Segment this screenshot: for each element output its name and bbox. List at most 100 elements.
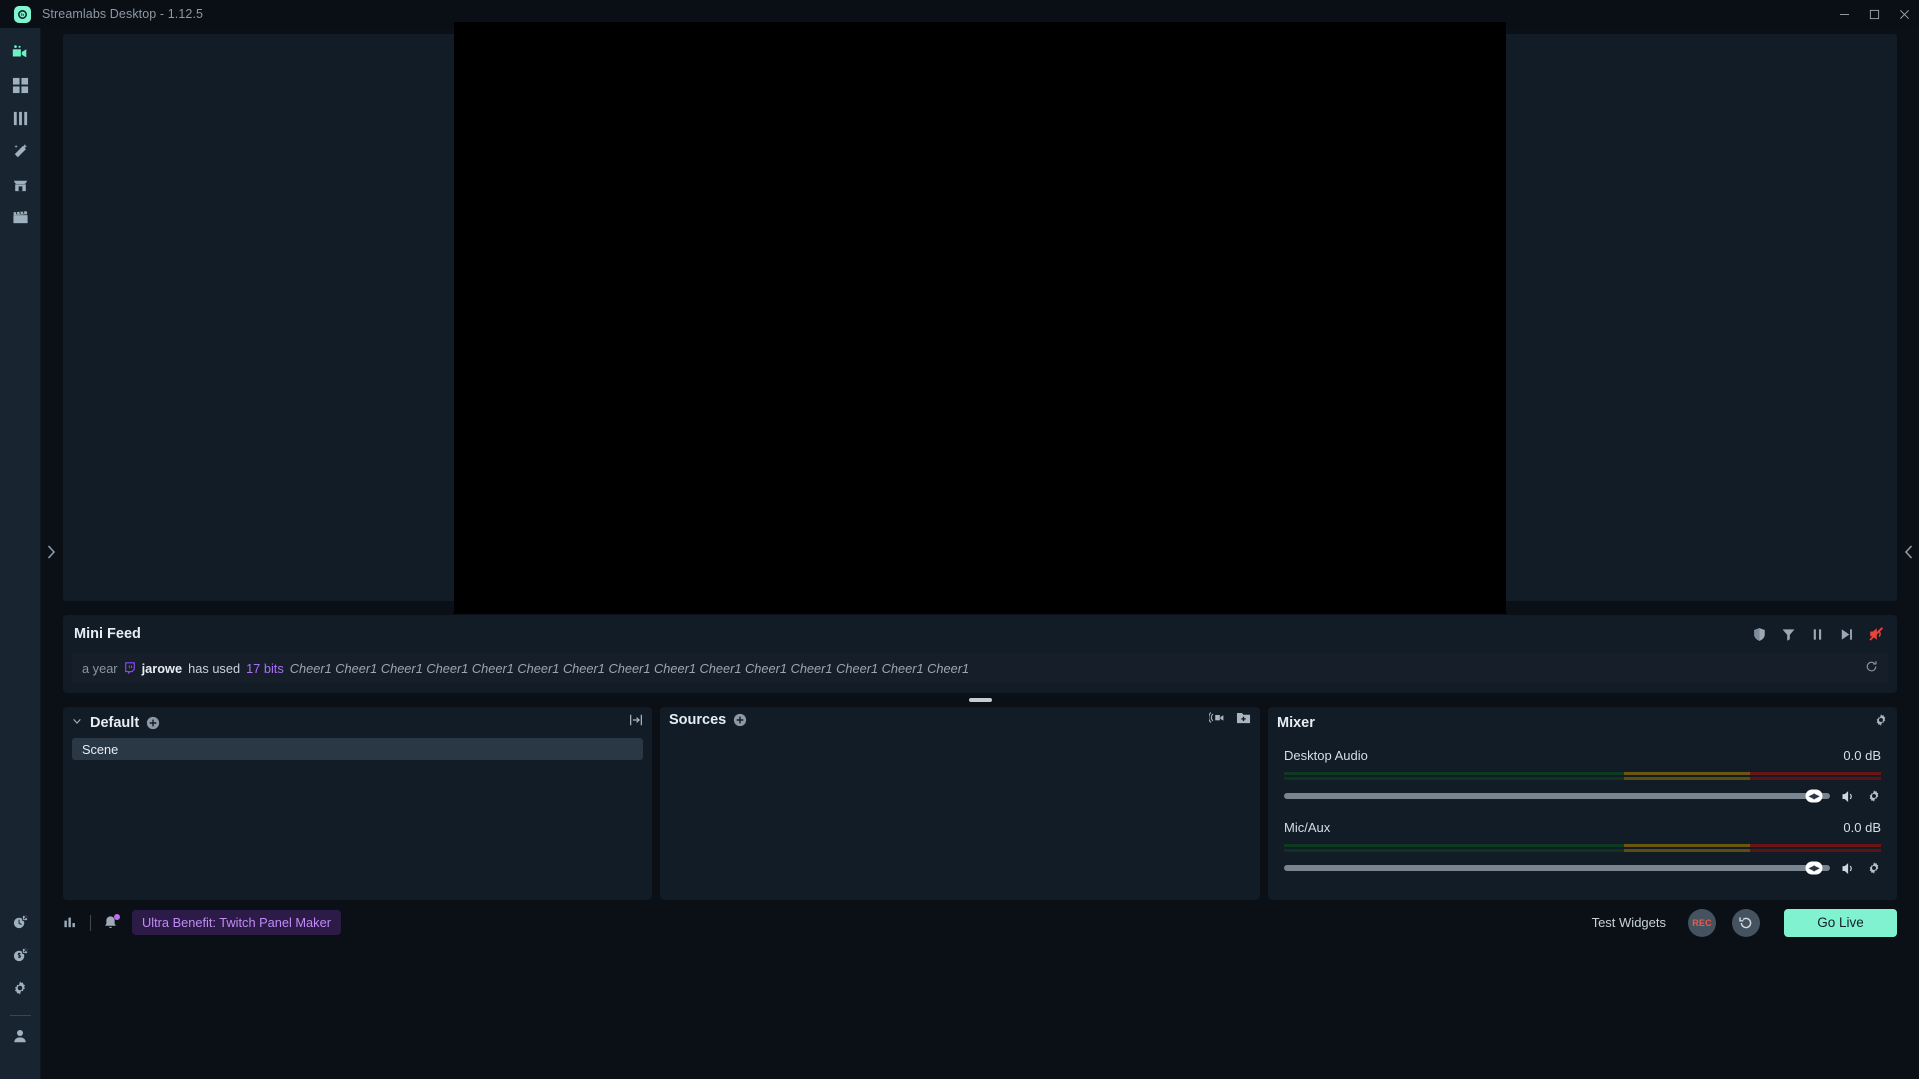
scene-collection-label[interactable]: Default bbox=[90, 715, 139, 731]
vu-green-3 bbox=[1284, 844, 1625, 847]
channel-db: 0.0 dB bbox=[1843, 747, 1881, 763]
mini-feed-header-icons bbox=[1752, 626, 1888, 642]
vu-red-3 bbox=[1749, 844, 1881, 847]
mixer-panel: Mixer Desktop Audio 0.0 dB ◀▶ Mic/Aux 0.… bbox=[1268, 707, 1897, 900]
skip-forward-icon[interactable] bbox=[1839, 627, 1854, 642]
twitch-icon bbox=[124, 662, 136, 674]
nav-divider bbox=[9, 1015, 31, 1016]
alertbox-link-icon bbox=[12, 914, 29, 936]
fit-to-screen-icon[interactable] bbox=[629, 713, 643, 732]
dashboard-grid-icon bbox=[12, 77, 29, 99]
go-live-button[interactable]: Go Live bbox=[1784, 908, 1897, 937]
vu-red bbox=[1749, 772, 1881, 775]
gear-icon[interactable] bbox=[1874, 713, 1888, 732]
sidebar-item-store[interactable] bbox=[0, 170, 41, 203]
ultra-benefit-badge[interactable]: Ultra Benefit: Twitch Panel Maker bbox=[132, 910, 341, 935]
close-icon[interactable] bbox=[1889, 0, 1919, 28]
vu-meter-left bbox=[1284, 772, 1881, 775]
event-username[interactable]: jarowe bbox=[142, 661, 183, 676]
speaker-icon-2[interactable] bbox=[1841, 861, 1856, 876]
notifications-button[interactable] bbox=[103, 913, 120, 931]
sources-list[interactable] bbox=[660, 734, 1260, 900]
maximize-icon[interactable] bbox=[1859, 0, 1889, 28]
main-content: Mini Feed a year jarowe has used 17 bits… bbox=[41, 21, 1919, 1079]
mute-alert-icon[interactable] bbox=[1868, 626, 1884, 642]
scene-list-item[interactable]: Scene bbox=[72, 738, 643, 760]
user-icon bbox=[12, 1028, 28, 1049]
record-button[interactable]: REC bbox=[1688, 908, 1716, 937]
nav-bottom-group bbox=[0, 908, 41, 1079]
speaker-icon[interactable] bbox=[1841, 789, 1856, 804]
channel-db-2: 0.0 dB bbox=[1843, 819, 1881, 835]
sidebar-item-analytics[interactable] bbox=[0, 104, 41, 137]
mini-feed-header: Mini Feed bbox=[72, 615, 1888, 653]
vu-yellow-2 bbox=[1624, 777, 1750, 780]
sidebar-item-editor[interactable] bbox=[0, 38, 41, 71]
sidebar-item-highlighter[interactable] bbox=[0, 203, 41, 236]
streamlabs-desktop-window: Streamlabs Desktop - 1.12.5 Mini Feed a … bbox=[0, 0, 1919, 1079]
vu-green bbox=[1284, 772, 1625, 775]
event-verb: has used bbox=[188, 660, 241, 676]
filter-icon[interactable] bbox=[1781, 627, 1796, 642]
scene-item-label: Scene bbox=[82, 741, 119, 757]
vu-meter-right bbox=[1284, 777, 1881, 780]
right-dock-collapse-handle[interactable] bbox=[1899, 28, 1919, 1079]
vu-green-4 bbox=[1284, 849, 1625, 852]
add-scene-button[interactable] bbox=[146, 716, 160, 730]
vu-red-2 bbox=[1749, 777, 1881, 780]
mixer-header-icons bbox=[1874, 713, 1888, 732]
mini-feed-event-row[interactable]: a year jarowe has used 17 bits Cheer1 Ch… bbox=[72, 653, 1888, 683]
replay-buffer-button[interactable] bbox=[1732, 908, 1760, 937]
volume-slider[interactable]: ◀▶ bbox=[1284, 789, 1830, 803]
volume-slider-2[interactable]: ◀▶ bbox=[1284, 861, 1830, 875]
refresh-icon[interactable] bbox=[1865, 660, 1878, 676]
gear-icon bbox=[12, 980, 28, 1001]
notification-dot bbox=[114, 913, 120, 920]
channel-header-2: Mic/Aux 0.0 dB bbox=[1284, 816, 1881, 838]
stream-preview-area[interactable] bbox=[63, 21, 1897, 614]
channel-name-2: Mic/Aux bbox=[1284, 819, 1331, 835]
chevron-right-icon bbox=[46, 544, 56, 564]
tips-link-icon bbox=[12, 947, 29, 969]
bar-chart-icon[interactable] bbox=[63, 915, 78, 930]
vu-meter bbox=[1284, 772, 1881, 780]
mixer-channel-mic-aux: Mic/Aux 0.0 dB ◀▶ bbox=[1284, 816, 1881, 876]
sidebar-item-settings[interactable] bbox=[0, 974, 41, 1007]
chevron-left-icon bbox=[1904, 544, 1914, 564]
sources-title: Sources bbox=[669, 712, 727, 729]
sidebar-item-dashboard[interactable] bbox=[0, 71, 41, 104]
bar-columns-icon bbox=[12, 110, 29, 132]
status-bar: Ultra Benefit: Twitch Panel Maker Test W… bbox=[41, 900, 1919, 945]
channel-header: Desktop Audio 0.0 dB bbox=[1284, 744, 1881, 766]
sidebar-item-tips[interactable] bbox=[0, 941, 41, 974]
video-camera-icon bbox=[11, 43, 29, 66]
volume-slider-row: ◀▶ bbox=[1284, 788, 1881, 804]
sidebar-item-themes[interactable] bbox=[0, 137, 41, 170]
camera-broadcast-icon[interactable] bbox=[1208, 710, 1225, 730]
scenes-panel: Default Scene bbox=[63, 707, 652, 900]
splitter-grip-2 bbox=[968, 698, 992, 702]
test-widgets-button[interactable]: Test Widgets bbox=[1592, 915, 1666, 930]
pause-icon[interactable] bbox=[1810, 627, 1825, 642]
shield-icon[interactable] bbox=[1752, 627, 1767, 642]
event-amount: 17 bits bbox=[246, 660, 284, 676]
sources-panel: Sources bbox=[660, 707, 1260, 900]
channel-settings-gear-icon[interactable] bbox=[1867, 789, 1881, 803]
left-dock-expand-handle[interactable] bbox=[41, 28, 61, 1079]
volume-slider-knob[interactable]: ◀▶ bbox=[1805, 789, 1823, 803]
sidebar-item-account[interactable] bbox=[0, 1022, 41, 1055]
left-navigation bbox=[0, 28, 41, 1079]
volume-slider-row-2: ◀▶ bbox=[1284, 860, 1881, 876]
preview-canvas[interactable] bbox=[454, 21, 1506, 614]
scenes-header: Default bbox=[63, 707, 652, 738]
channel-settings-gear-icon-2[interactable] bbox=[1867, 861, 1881, 875]
sidebar-item-alertbox[interactable] bbox=[0, 908, 41, 941]
chevron-down-icon[interactable] bbox=[72, 716, 82, 729]
streamlabs-logo-icon bbox=[14, 5, 31, 23]
feed-splitter[interactable] bbox=[41, 693, 1919, 707]
add-source-button[interactable] bbox=[733, 713, 747, 727]
add-folder-icon[interactable] bbox=[1236, 711, 1251, 730]
volume-slider-knob-2[interactable]: ◀▶ bbox=[1805, 861, 1823, 875]
minimize-icon[interactable] bbox=[1829, 0, 1859, 28]
scenes-list[interactable]: Scene bbox=[63, 738, 652, 900]
